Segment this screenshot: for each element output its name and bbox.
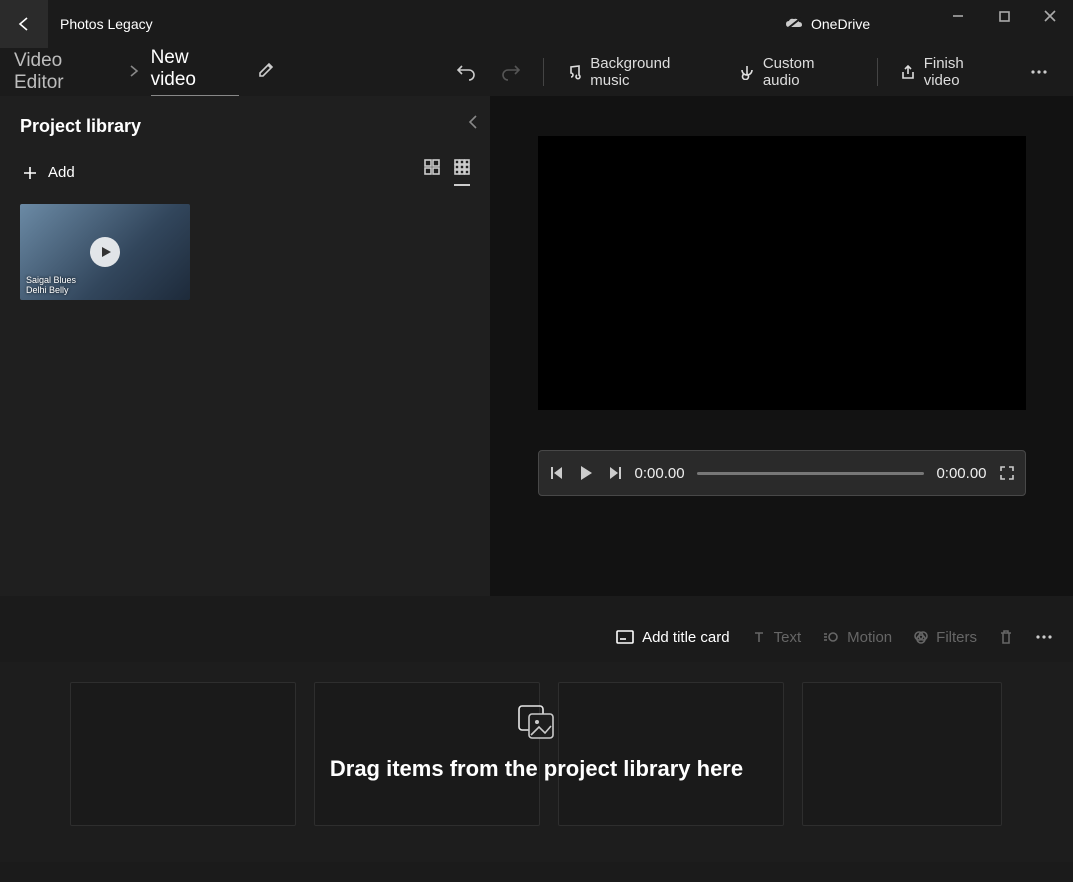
filters-icon (914, 630, 928, 644)
text-button: Text (752, 629, 802, 646)
motion-label: Motion (847, 629, 892, 646)
music-icon (566, 64, 582, 80)
grid-small-icon (454, 159, 470, 175)
storyboard-track[interactable]: Drag items from the project library here (0, 662, 1073, 862)
fullscreen-button[interactable] (999, 465, 1015, 481)
toolbar-divider (543, 58, 544, 86)
background-music-label: Background music (590, 55, 713, 89)
more-horizontal-icon (1030, 63, 1048, 81)
motion-icon (823, 630, 839, 644)
add-media-button[interactable]: Add (20, 160, 77, 185)
filters-button: Filters (914, 629, 977, 646)
custom-audio-button[interactable]: Custom audio (729, 49, 865, 95)
view-mode-group (424, 159, 470, 186)
onedrive-label: OneDrive (811, 16, 870, 32)
more-button[interactable] (1019, 52, 1059, 92)
breadcrumb-current[interactable]: New video (151, 47, 239, 97)
onedrive-status[interactable]: OneDrive (785, 16, 870, 32)
add-label: Add (48, 164, 75, 181)
title-card-icon (616, 630, 634, 644)
total-time: 0:00.00 (936, 465, 986, 482)
step-back-icon (549, 465, 565, 481)
back-arrow-icon (15, 15, 33, 33)
motion-button: Motion (823, 629, 892, 646)
play-overlay-icon (90, 237, 120, 267)
play-icon (577, 464, 595, 482)
pencil-icon (257, 61, 275, 79)
redo-icon (501, 62, 521, 82)
undo-icon (456, 62, 476, 82)
finish-video-label: Finish video (924, 55, 1004, 89)
prev-frame-button[interactable] (549, 465, 565, 481)
storyboard-more-button[interactable] (1035, 628, 1053, 646)
back-button[interactable] (0, 0, 48, 48)
fullscreen-icon (999, 465, 1015, 481)
custom-audio-label: Custom audio (763, 55, 855, 89)
clip-caption: Saigal Blues Delhi Belly (26, 276, 76, 296)
filters-label: Filters (936, 629, 977, 646)
text-icon (752, 630, 766, 644)
large-grid-button[interactable] (424, 159, 440, 186)
storyboard-toolbar: Add title card Text Motion Filters (0, 612, 1073, 662)
current-time: 0:00.00 (635, 465, 685, 482)
play-button[interactable] (577, 464, 595, 482)
library-grid: Saigal Blues Delhi Belly (20, 204, 470, 300)
storyboard-slot[interactable] (802, 682, 1002, 826)
clip-line2: Delhi Belly (26, 286, 76, 296)
chevron-right-icon (129, 64, 139, 80)
finish-video-button[interactable]: Finish video (890, 49, 1013, 95)
redo-button (492, 52, 532, 92)
next-frame-button[interactable] (607, 465, 623, 481)
background-music-button[interactable]: Background music (556, 49, 723, 95)
window-controls (935, 0, 1073, 32)
storyboard-slot[interactable] (70, 682, 296, 826)
export-icon (900, 64, 916, 80)
step-forward-icon (607, 465, 623, 481)
preview-panel: 0:00.00 0:00.00 (490, 96, 1073, 596)
main-toolbar: Video Editor New video Background music … (0, 48, 1073, 96)
minimize-button[interactable] (935, 0, 981, 32)
app-title: Photos Legacy (60, 16, 153, 32)
storyboard-slots (70, 682, 1003, 826)
maximize-icon (999, 11, 1010, 22)
storyboard-slot[interactable] (314, 682, 540, 826)
delete-button (999, 629, 1013, 645)
main-area: Project library Add (0, 96, 1073, 596)
storyboard-slot[interactable] (558, 682, 784, 826)
small-grid-button[interactable] (454, 159, 470, 186)
title-card-label: Add title card (642, 629, 730, 646)
collapse-library-button[interactable] (466, 114, 480, 135)
close-button[interactable] (1027, 0, 1073, 32)
toolbar-divider (877, 58, 878, 86)
grid-large-icon (424, 159, 440, 175)
undo-button[interactable] (446, 52, 486, 92)
breadcrumb-root[interactable]: Video Editor (14, 50, 117, 94)
plus-icon (22, 165, 38, 181)
more-horizontal-icon (1035, 628, 1053, 646)
text-label: Text (774, 629, 802, 646)
close-icon (1044, 10, 1056, 22)
library-title: Project library (20, 116, 470, 137)
maximize-button[interactable] (981, 0, 1027, 32)
project-library-panel: Project library Add (0, 96, 490, 596)
chevron-left-icon (466, 114, 480, 130)
preview-canvas[interactable] (538, 136, 1026, 410)
add-title-card-button[interactable]: Add title card (616, 629, 730, 646)
rename-button[interactable] (257, 61, 275, 84)
cloud-off-icon (785, 17, 803, 31)
seek-track[interactable] (697, 472, 925, 475)
transport-bar: 0:00.00 0:00.00 (538, 450, 1026, 496)
trash-icon (999, 629, 1013, 645)
titlebar: Photos Legacy OneDrive (0, 0, 1073, 48)
minimize-icon (952, 10, 964, 22)
audio-icon (739, 64, 755, 80)
library-toolbar: Add (20, 159, 470, 186)
library-clip[interactable]: Saigal Blues Delhi Belly (20, 204, 190, 300)
